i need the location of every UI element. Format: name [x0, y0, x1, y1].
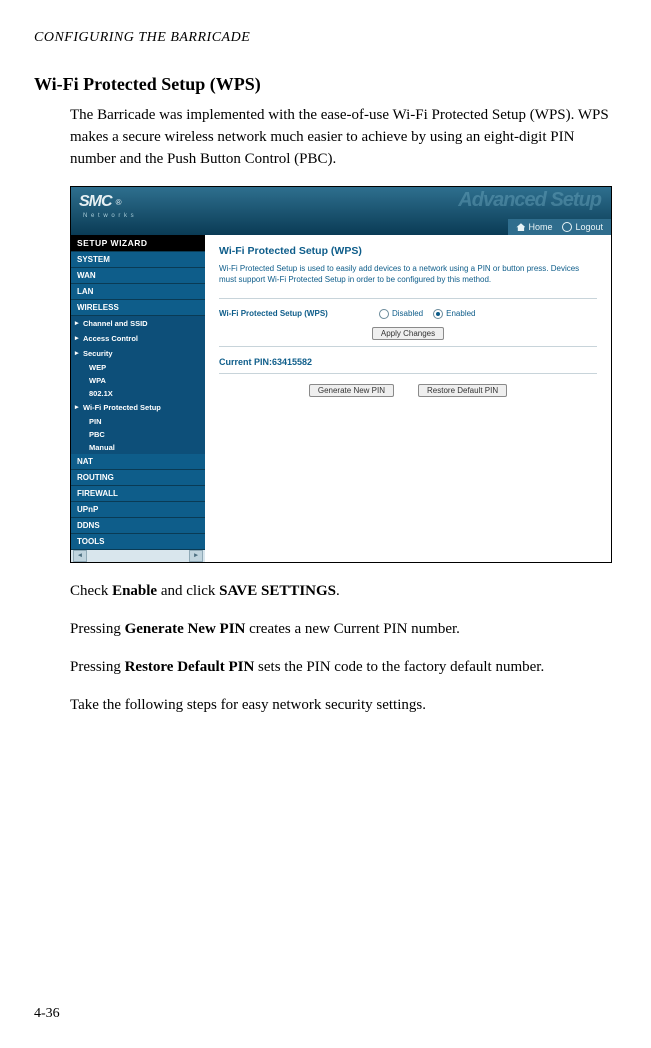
logo-subtext: N e t w o r k s [83, 213, 135, 219]
content-panel: Wi-Fi Protected Setup (WPS) Wi-Fi Protec… [205, 235, 611, 562]
nav-channel-ssid[interactable]: Channel and SSID [71, 316, 205, 331]
nav-wps[interactable]: Wi-Fi Protected Setup [71, 400, 205, 415]
screenshot-header: SMC ® N e t w o r k s Advanced Setup Hom… [71, 187, 611, 235]
logout-icon [562, 222, 572, 232]
logo-text: SMC [79, 193, 112, 211]
router-screenshot: SMC ® N e t w o r k s Advanced Setup Hom… [70, 186, 612, 563]
logo-registered: ® [116, 198, 122, 207]
nav-system[interactable]: SYSTEM [71, 252, 205, 268]
panel-title: Wi-Fi Protected Setup (WPS) [219, 245, 597, 257]
wps-toggle-row: Wi-Fi Protected Setup (WPS) Disabled Ena… [219, 309, 597, 319]
page-number: 4-36 [34, 1006, 60, 1022]
scroll-left-icon[interactable]: ◂ [73, 550, 87, 562]
p-restore: Pressing Restore Default PIN sets the PI… [70, 657, 617, 679]
home-label: Home [528, 222, 552, 232]
nav-8021x[interactable]: 802.1X [71, 387, 205, 400]
radio-enabled-dot [433, 309, 443, 319]
scroll-right-icon[interactable]: ▸ [189, 550, 203, 562]
home-link[interactable]: Home [516, 222, 552, 232]
radio-enabled[interactable]: Enabled [433, 309, 475, 319]
radio-disabled-label: Disabled [392, 309, 423, 318]
intro-paragraph: The Barricade was implemented with the e… [70, 105, 617, 170]
nav-security[interactable]: Security [71, 346, 205, 361]
current-pin: Current PIN:63415582 [219, 357, 597, 367]
wps-row-label: Wi-Fi Protected Setup (WPS) [219, 309, 369, 318]
nav-wpa[interactable]: WPA [71, 374, 205, 387]
nav-ddns[interactable]: DDNS [71, 518, 205, 534]
nav-manual[interactable]: Manual [71, 441, 205, 454]
nav-upnp[interactable]: UPnP [71, 502, 205, 518]
nav-pbc[interactable]: PBC [71, 428, 205, 441]
logo: SMC ® [79, 193, 121, 211]
section-title: Wi-Fi Protected Setup (WPS) [34, 74, 617, 95]
nav-firewall[interactable]: FIREWALL [71, 486, 205, 502]
nav-lan[interactable]: LAN [71, 284, 205, 300]
nav-nat[interactable]: NAT [71, 454, 205, 470]
p-steps: Take the following steps for easy networ… [70, 695, 617, 717]
nav-wan[interactable]: WAN [71, 268, 205, 284]
nav-access-control[interactable]: Access Control [71, 331, 205, 346]
radio-enabled-label: Enabled [446, 309, 475, 318]
nav-wep[interactable]: WEP [71, 361, 205, 374]
running-head: CONFIGURING THE BARRICADE [34, 30, 617, 46]
nav-pin[interactable]: PIN [71, 415, 205, 428]
nav-routing[interactable]: ROUTING [71, 470, 205, 486]
radio-disabled-dot [379, 309, 389, 319]
logout-link[interactable]: Logout [562, 222, 603, 232]
p-generate: Pressing Generate New PIN creates a new … [70, 619, 617, 641]
radio-disabled[interactable]: Disabled [379, 309, 423, 319]
nav-tools[interactable]: TOOLS [71, 534, 205, 550]
panel-description: Wi-Fi Protected Setup is used to easily … [219, 263, 597, 285]
nav-wireless[interactable]: WIRELESS [71, 300, 205, 316]
generate-pin-button[interactable]: Generate New PIN [309, 384, 394, 397]
apply-changes-button[interactable]: Apply Changes [372, 327, 444, 340]
p-enable: Check Enable and click SAVE SETTINGS. [70, 581, 617, 603]
restore-pin-button[interactable]: Restore Default PIN [418, 384, 507, 397]
logout-label: Logout [575, 222, 603, 232]
header-title-glow: Advanced Setup [458, 189, 601, 212]
header-nav: Home Logout [508, 219, 611, 235]
sidebar-scrollbar[interactable]: ◂ ▸ [71, 550, 205, 562]
nav-setup-wizard[interactable]: SETUP WIZARD [71, 235, 205, 252]
home-icon [516, 223, 525, 231]
sidebar: SETUP WIZARD SYSTEM WAN LAN WIRELESS Cha… [71, 235, 205, 562]
